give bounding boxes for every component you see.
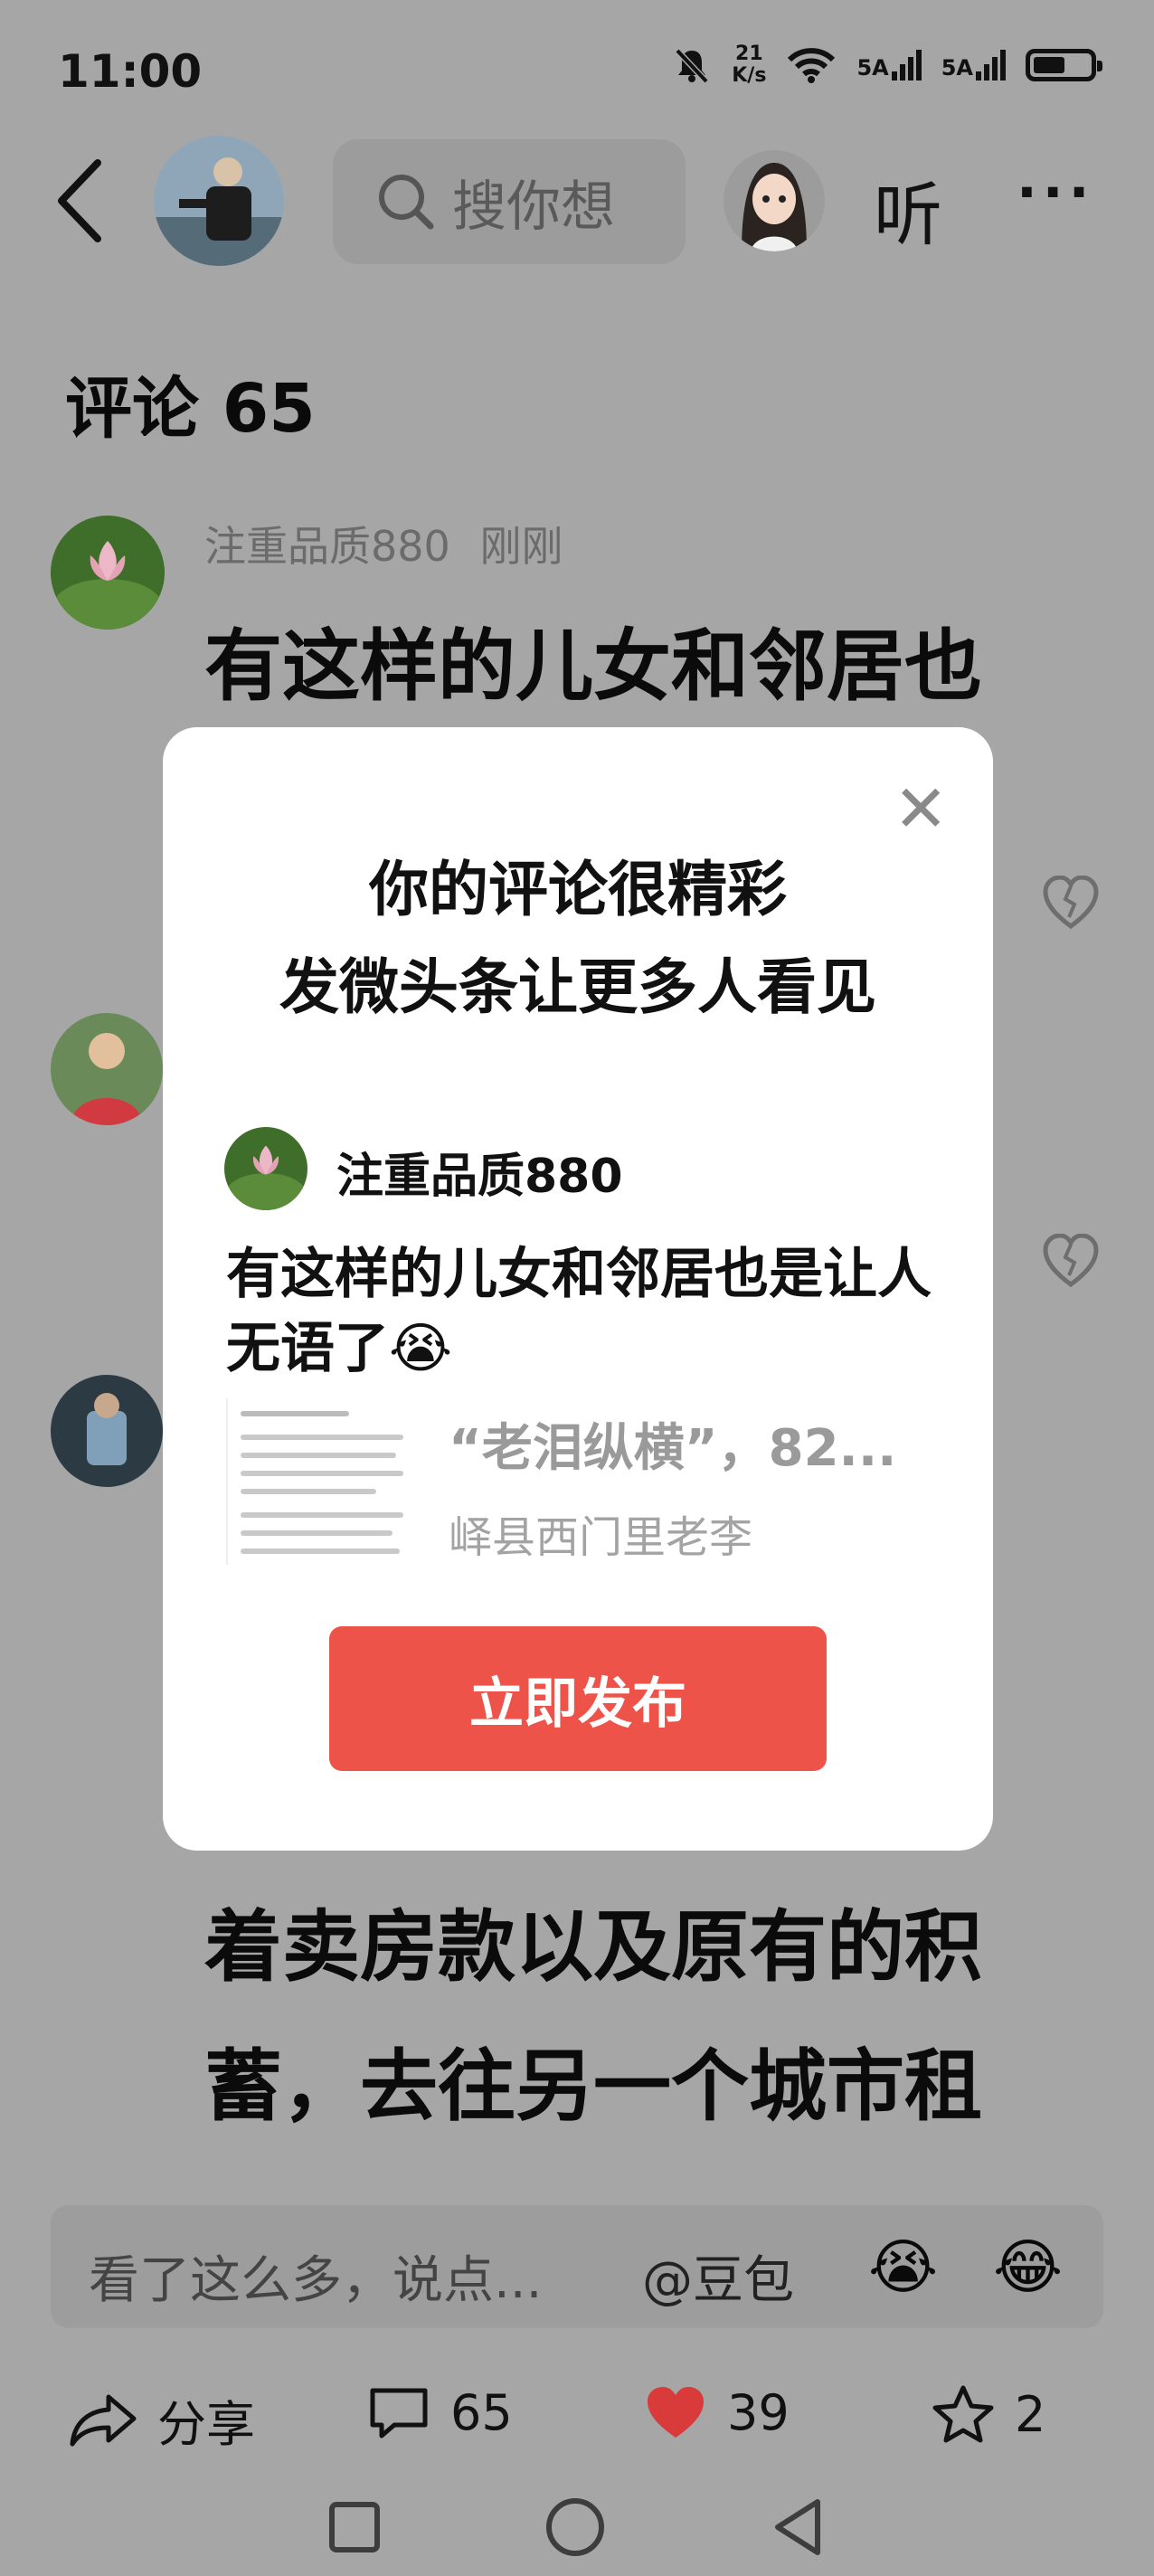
publish-now-button[interactable]: 立即发布: [329, 1626, 827, 1771]
background-comment-line: 蓄，去往另一个城市租: [204, 2041, 982, 2132]
signal-bars-icon: [891, 50, 922, 80]
net-speed: 21 K/s: [732, 43, 766, 87]
more-button[interactable]: ···: [1017, 161, 1094, 224]
modal-title-line2: 发微头条让更多人看见: [279, 952, 876, 1022]
emoji-laugh-button[interactable]: 😂: [993, 2232, 1063, 2302]
recents-nav-button[interactable]: [329, 2502, 380, 2552]
favorite-button[interactable]: 2: [932, 2384, 1045, 2444]
mute-bell-icon: [675, 48, 709, 84]
article-card-author: 峄县西门里老李: [449, 1512, 753, 1563]
search-bar[interactable]: 搜你想: [333, 139, 686, 264]
heart-icon: [648, 2386, 704, 2438]
net-speed-value: 21: [735, 43, 763, 65]
status-time: 11:00: [58, 45, 203, 98]
assistant-avatar[interactable]: [724, 150, 825, 251]
modal-title-line1: 你的评论很精彩: [369, 855, 787, 924]
comments-title: 评论 65: [65, 370, 316, 448]
broken-heart-icon[interactable]: [1042, 1233, 1100, 1301]
modal-username: 注重品质880: [336, 1150, 623, 1204]
signal-2-label: 5A: [941, 55, 973, 80]
close-icon[interactable]: ✕: [894, 776, 948, 841]
signal-2: 5A: [941, 50, 1006, 80]
comment-avatar[interactable]: [51, 1013, 163, 1125]
search-icon: [379, 175, 434, 230]
battery-icon: [1026, 49, 1102, 81]
comment-time: 刚刚: [479, 522, 563, 571]
share-icon: [70, 2394, 137, 2446]
like-button[interactable]: 39: [644, 2384, 790, 2441]
star-icon: [932, 2385, 994, 2443]
share-button[interactable]: 分享: [69, 2384, 255, 2456]
comment-avatar[interactable]: [51, 516, 165, 630]
comment-count: 65: [450, 2384, 513, 2441]
search-placeholder: 搜你想: [452, 175, 615, 239]
home-nav-button[interactable]: [546, 2498, 604, 2556]
mention-doubao-button[interactable]: @豆包: [642, 2240, 794, 2313]
favorite-count: 2: [1015, 2385, 1046, 2443]
wifi-icon: [788, 48, 836, 83]
comment-meta: 注重品质880 刚刚: [204, 514, 563, 573]
modal-comment-text: 有这样的儿女和邻居也是让人无语了😭: [226, 1243, 932, 1380]
comment-username[interactable]: 注重品质880: [204, 522, 450, 571]
like-count: 39: [727, 2384, 790, 2441]
listen-button[interactable]: 听: [874, 159, 942, 259]
comment-icon: [370, 2388, 428, 2438]
author-avatar[interactable]: [154, 136, 284, 266]
signal-bars-icon: [976, 50, 1006, 80]
article-thumbnail: [226, 1398, 420, 1565]
emoji-cry-laugh-button[interactable]: 😭: [868, 2232, 938, 2302]
modal-user-avatar: [224, 1127, 307, 1210]
comment-avatar[interactable]: [51, 1375, 163, 1487]
share-label: 分享: [157, 2396, 255, 2453]
background-comment-line: 着卖房款以及原有的积: [204, 1902, 982, 1993]
comment-input-placeholder[interactable]: 看了这么多，说点...: [89, 2240, 542, 2313]
net-speed-unit: K/s: [732, 64, 767, 87]
status-icons: 21 K/s 5A 5A: [672, 43, 1102, 87]
signal-1: 5A: [856, 50, 922, 80]
comment-count-button[interactable]: 65: [367, 2384, 513, 2441]
comment-text: 有这样的儿女和邻居也: [204, 621, 982, 712]
signal-1-label: 5A: [856, 55, 889, 80]
back-icon[interactable]: [52, 156, 107, 246]
article-card-title: “老泪纵横”，82...: [449, 1419, 897, 1478]
back-nav-button[interactable]: [771, 2496, 825, 2558]
broken-heart-icon[interactable]: [1042, 875, 1100, 942]
